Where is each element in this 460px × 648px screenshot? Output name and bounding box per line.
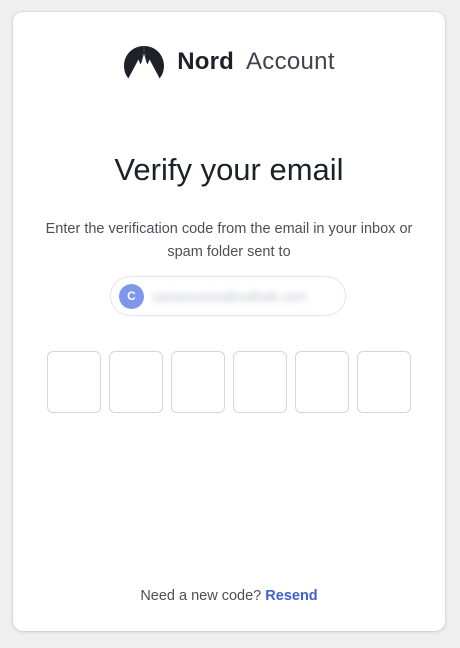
- avatar: C: [119, 283, 144, 309]
- code-digit-2[interactable]: [109, 351, 163, 413]
- nord-mountain-icon: [124, 46, 165, 79]
- brand-name: Nord: [177, 48, 234, 75]
- resend-prompt: Need a new code?: [140, 588, 262, 604]
- code-digit-4[interactable]: [233, 351, 287, 413]
- page-title: Verify your email: [114, 152, 344, 187]
- verification-code-inputs: [47, 351, 411, 413]
- code-digit-5[interactable]: [295, 351, 349, 413]
- nord-account-logo: Nord Account: [13, 45, 445, 79]
- instructions-text: Enter the verification code from the ema…: [45, 221, 413, 260]
- brand-wordmark: Nord Account: [177, 48, 335, 76]
- verification-card: Nord Account Verify your email Enter the…: [13, 12, 445, 631]
- code-digit-6[interactable]: [357, 351, 411, 413]
- email-chip: C ciprianrusen@outlook.com: [110, 276, 346, 316]
- code-digit-1[interactable]: [47, 351, 101, 413]
- brand-product: Account: [245, 48, 335, 75]
- code-digit-3[interactable]: [171, 351, 225, 413]
- resend-link[interactable]: Resend: [265, 588, 317, 604]
- resend-row: Need a new code? Resend: [13, 588, 445, 604]
- email-address-blurred: ciprianrusen@outlook.com: [152, 288, 307, 304]
